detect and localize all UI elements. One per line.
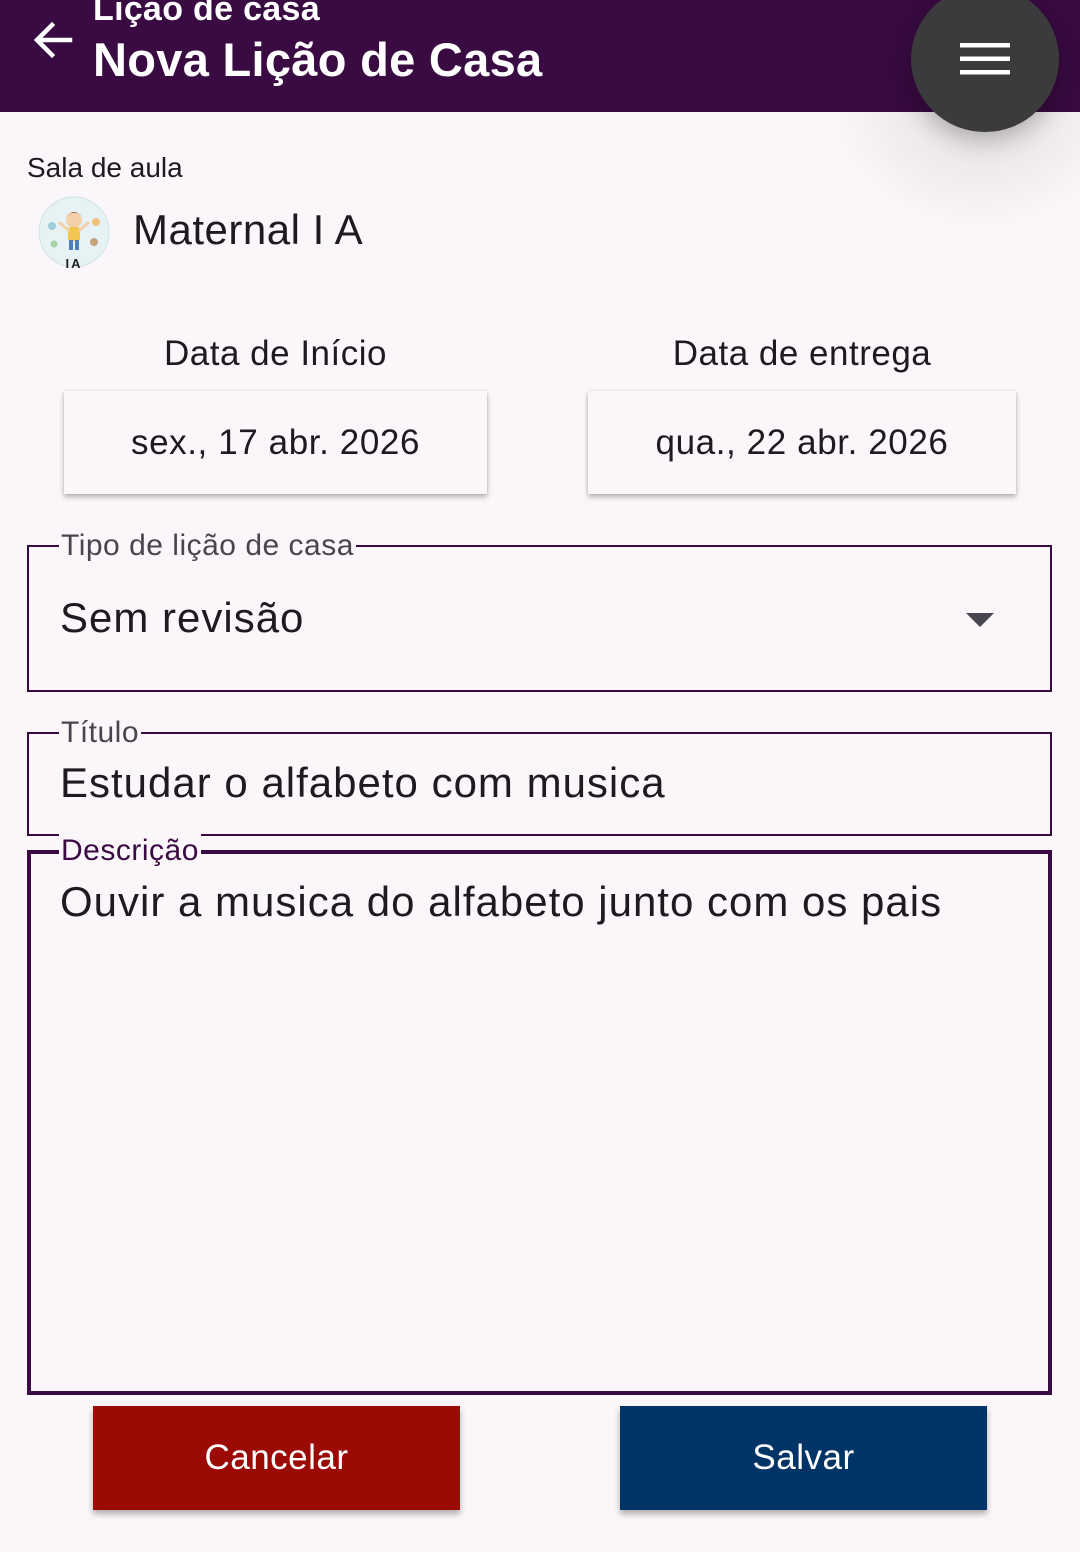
cancel-button[interactable]: Cancelar [93,1406,460,1510]
due-date-button[interactable]: qua., 22 abr. 2026 [588,391,1016,494]
back-button[interactable] [22,12,82,68]
start-date-button[interactable]: sex., 17 abr. 2026 [64,391,487,494]
page-title: Nova Lição de Casa [93,33,543,86]
arrow-back-icon [33,21,73,59]
classroom-name: Maternal I A [133,206,364,253]
classroom-avatar: IA [38,196,110,271]
description-field[interactable]: Descrição Ouvir a musica do alfabeto jun… [27,834,1052,1395]
classroom-avatar-text: IA [66,256,83,271]
classroom-label: Sala de aula [27,152,183,183]
title-label: Título [59,716,142,750]
dropdown-arrow-icon [966,613,994,627]
app-bar-subtitle: Lição de casa [93,0,320,28]
title-field[interactable]: Título Estudar o alfabeto com musica [27,716,1052,836]
homework-type-dropdown[interactable]: Tipo de lição de casa Sem revisão [27,529,1052,692]
title-input-value: Estudar o alfabeto com musica [60,759,666,806]
description-label: Descrição [59,834,201,868]
start-date-label: Data de Início [164,334,387,373]
homework-type-value: Sem revisão [60,594,305,641]
hamburger-menu-icon [960,43,1010,75]
description-input-value: Ouvir a musica do alfabeto junto com os … [60,878,943,925]
homework-type-label: Tipo de lição de casa [59,529,356,563]
due-date-label: Data de entrega [672,334,932,373]
save-button[interactable]: Salvar [620,1406,987,1510]
